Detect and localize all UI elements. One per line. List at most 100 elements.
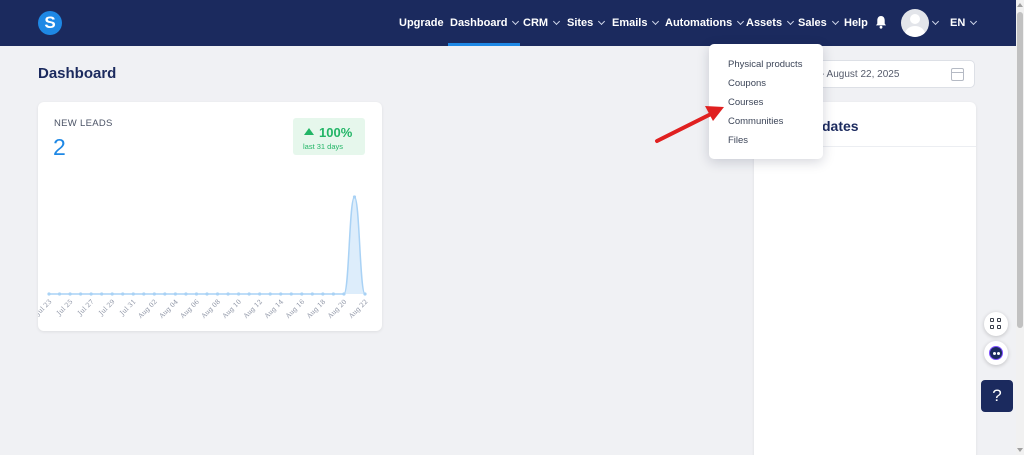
nav-automations[interactable]: Automations: [665, 0, 745, 46]
menu-item-courses[interactable]: Courses: [728, 97, 763, 108]
language-selector[interactable]: EN: [950, 0, 978, 46]
chart-point[interactable]: [310, 292, 314, 296]
chart-point[interactable]: [47, 292, 51, 296]
nav-emails[interactable]: Emails: [612, 0, 660, 46]
chevron-down-icon: [831, 17, 839, 26]
x-tick-label: Aug 04: [157, 298, 180, 321]
chart-point[interactable]: [300, 292, 304, 296]
leads-chart: Jul 23 Jul 25 Jul 27 Jul 29 Jul 31Aug 02Aug …: [38, 195, 370, 321]
page-scrollbar[interactable]: [1016, 0, 1024, 455]
chart-point[interactable]: [131, 292, 135, 296]
chart-point[interactable]: [215, 292, 220, 296]
chart-point[interactable]: [68, 292, 72, 296]
nav-sales[interactable]: Sales: [798, 0, 839, 46]
chart-point[interactable]: [121, 292, 125, 296]
nav-dashboard[interactable]: Dashboard: [447, 0, 521, 46]
date-range-text: - August 22, 2025: [821, 69, 900, 80]
x-tick-label: Jul 31: [118, 298, 138, 318]
brand-logo[interactable]: S: [38, 11, 62, 35]
x-tick-label: Jul 27: [76, 298, 96, 318]
x-tick-label: Aug 22: [347, 298, 370, 321]
assistant-bot-button[interactable]: [984, 341, 1008, 365]
chart-point[interactable]: [57, 292, 62, 296]
x-tick-label: Aug 10: [220, 298, 243, 321]
x-tick-label: Aug 14: [262, 298, 285, 321]
chart-point[interactable]: [184, 292, 188, 296]
chart-point[interactable]: [321, 292, 325, 296]
language-label: EN: [950, 17, 966, 29]
chevron-down-icon: [553, 17, 561, 26]
help-button[interactable]: ?: [981, 380, 1013, 412]
nav-dashboard-label: Dashboard: [450, 17, 508, 29]
nav-sites[interactable]: Sites: [567, 0, 606, 46]
x-tick-label: Aug 18: [304, 298, 327, 321]
chart-point[interactable]: [205, 292, 209, 296]
chart-point[interactable]: [258, 292, 262, 296]
nav-sales-label: Sales: [798, 17, 827, 29]
scroll-down-arrow[interactable]: [1017, 448, 1023, 452]
nav-crm-label: CRM: [523, 17, 549, 29]
nav-assets[interactable]: Assets: [746, 0, 795, 46]
bell-icon[interactable]: [875, 15, 887, 29]
menu-item-physical-products[interactable]: Physical products: [728, 59, 802, 70]
chart-point[interactable]: [268, 292, 272, 296]
chart-point[interactable]: [79, 292, 83, 296]
page-title: Dashboard: [38, 65, 117, 82]
chart-point[interactable]: [331, 292, 335, 296]
chart-point[interactable]: [363, 292, 367, 296]
chart-area: [49, 197, 365, 294]
new-leads-card: NEW LEADS 2 100% last 31 days Jul 23 Jul …: [38, 102, 382, 331]
nav-automations-label: Automations: [665, 17, 733, 29]
nav-help-label: Help: [844, 17, 868, 29]
chart-line: [48, 196, 366, 295]
chart-point[interactable]: [142, 292, 146, 296]
x-tick-label: Aug 20: [325, 298, 348, 321]
chart-point[interactable]: [237, 292, 241, 296]
user-avatar[interactable]: [901, 9, 929, 37]
nav-assets-label: Assets: [746, 17, 783, 29]
nav-sites-label: Sites: [567, 17, 594, 29]
avatar-head: [910, 14, 920, 24]
chart-point[interactable]: [163, 292, 167, 296]
x-tick-label: Aug 06: [178, 298, 201, 321]
chart-point[interactable]: [152, 292, 156, 296]
chart-point[interactable]: [352, 195, 357, 199]
menu-item-coupons[interactable]: Coupons: [728, 78, 766, 89]
grid-square-icon: [997, 325, 1001, 329]
scrollbar-thumb[interactable]: [1017, 12, 1023, 328]
apps-grid-button[interactable]: [984, 312, 1008, 336]
x-tick-label: Aug 02: [136, 298, 159, 321]
bot-eye: [997, 352, 1000, 355]
grid-square-icon: [990, 318, 994, 322]
chart-point[interactable]: [173, 292, 177, 296]
scroll-up-arrow[interactable]: [1017, 3, 1023, 7]
menu-item-communities[interactable]: Communities: [728, 116, 783, 127]
x-tick-label: Aug 08: [199, 298, 222, 321]
chart-point[interactable]: [110, 292, 114, 296]
top-navbar: S Upgrade Dashboard CRM Sites Emails Aut…: [0, 0, 1016, 46]
avatar-body: [905, 26, 925, 37]
x-tick-label: Aug 16: [283, 298, 306, 321]
chart-point[interactable]: [289, 292, 293, 296]
nav-crm[interactable]: CRM: [523, 0, 561, 46]
x-tick-label: Jul 25: [55, 298, 75, 318]
chart-point[interactable]: [194, 292, 199, 296]
nav-emails-label: Emails: [612, 17, 648, 29]
chart-point[interactable]: [247, 292, 251, 296]
x-tick-label: Jul 23: [38, 298, 53, 318]
chart-point[interactable]: [226, 292, 230, 296]
date-range-picker[interactable]: - August 22, 2025: [812, 60, 975, 88]
chart-point[interactable]: [89, 292, 93, 296]
chart-point[interactable]: [100, 292, 104, 296]
grid-square-icon: [997, 318, 1001, 322]
chart-point[interactable]: [279, 292, 283, 296]
assets-dropdown-menu: Physical products Coupons Courses Commun…: [709, 44, 823, 159]
bot-eye: [993, 352, 996, 355]
nav-help[interactable]: Help: [844, 0, 868, 46]
chevron-down-icon[interactable]: [931, 17, 940, 26]
chart-point[interactable]: [342, 292, 346, 296]
grid-square-icon: [990, 325, 994, 329]
menu-item-files[interactable]: Files: [728, 135, 748, 146]
nav-upgrade[interactable]: Upgrade: [399, 0, 444, 46]
chevron-down-icon: [970, 17, 978, 26]
